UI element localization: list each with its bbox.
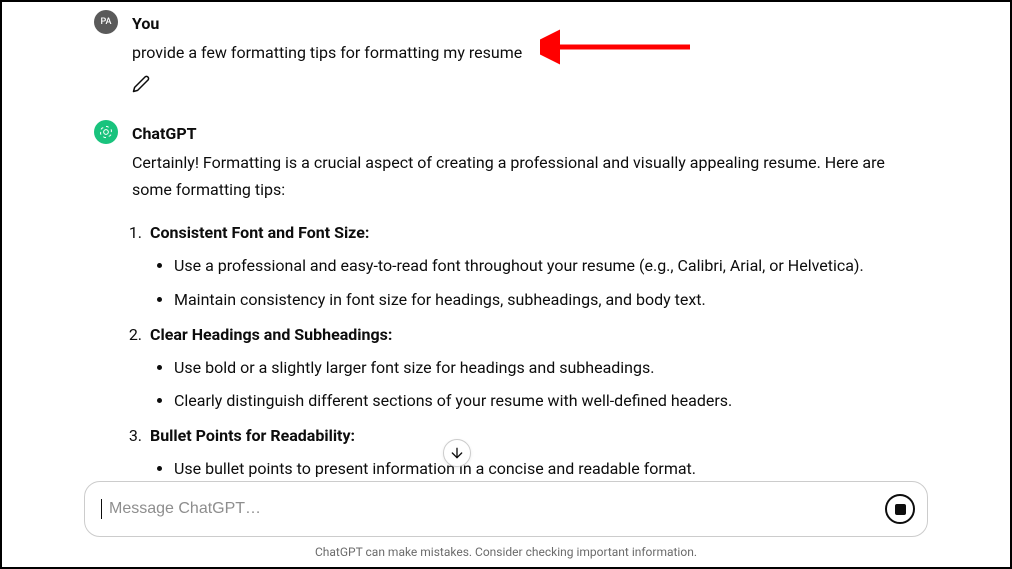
tip-bullet: Use bold or a slightly larger font size … [174, 354, 922, 381]
stop-generating-button[interactable] [885, 494, 915, 524]
tip-title: Bullet Points for Readability: [150, 426, 355, 445]
user-message-text: provide a few formatting tips for format… [132, 39, 922, 66]
message-actions [132, 74, 922, 101]
input-area: ChatGPT can make mistakes. Consider chec… [2, 481, 1010, 567]
assistant-intro-text: Certainly! Formatting is a crucial aspec… [132, 149, 922, 203]
tip-bullets: Use a professional and easy-to-read font… [150, 252, 922, 312]
assistant-message-body: ChatGPT Certainly! Formatting is a cruci… [132, 120, 922, 524]
tip-item: Consistent Font and Font Size: Use a pro… [146, 219, 922, 313]
edit-icon[interactable] [132, 75, 150, 93]
scroll-to-bottom-button[interactable] [443, 439, 471, 467]
openai-logo-icon [98, 124, 114, 140]
input-box [84, 481, 928, 537]
disclaimer-text: ChatGPT can make mistakes. Consider chec… [84, 545, 928, 559]
user-message-body: You provide a few formatting tips for fo… [132, 10, 922, 102]
tip-bullet: Maintain consistency in font size for he… [174, 286, 922, 313]
stop-icon [895, 504, 906, 515]
tip-bullets: Use bold or a slightly larger font size … [150, 354, 922, 414]
chat-container: PA You provide a few formatting tips for… [2, 2, 1010, 567]
tip-item: Clear Headings and Subheadings: Use bold… [146, 321, 922, 415]
tip-bullet: Use bullet points to present information… [174, 455, 922, 482]
tip-bullet: Clearly distinguish different sections o… [174, 387, 922, 414]
tip-title: Consistent Font and Font Size: [150, 223, 369, 242]
message-input[interactable] [109, 500, 877, 518]
assistant-message: ChatGPT Certainly! Formatting is a cruci… [2, 120, 922, 542]
text-cursor [101, 499, 102, 519]
tips-list: Consistent Font and Font Size: Use a pro… [122, 219, 922, 516]
tip-title: Clear Headings and Subheadings: [150, 325, 392, 344]
assistant-sender-name: ChatGPT [132, 120, 922, 147]
tip-bullet: Use a professional and easy-to-read font… [174, 252, 922, 279]
arrow-down-icon [449, 445, 465, 461]
assistant-avatar [94, 120, 118, 144]
user-avatar-initials: PA [100, 17, 111, 27]
user-avatar: PA [94, 10, 118, 34]
user-sender-name: You [132, 10, 922, 37]
user-message: PA You provide a few formatting tips for… [2, 10, 922, 120]
